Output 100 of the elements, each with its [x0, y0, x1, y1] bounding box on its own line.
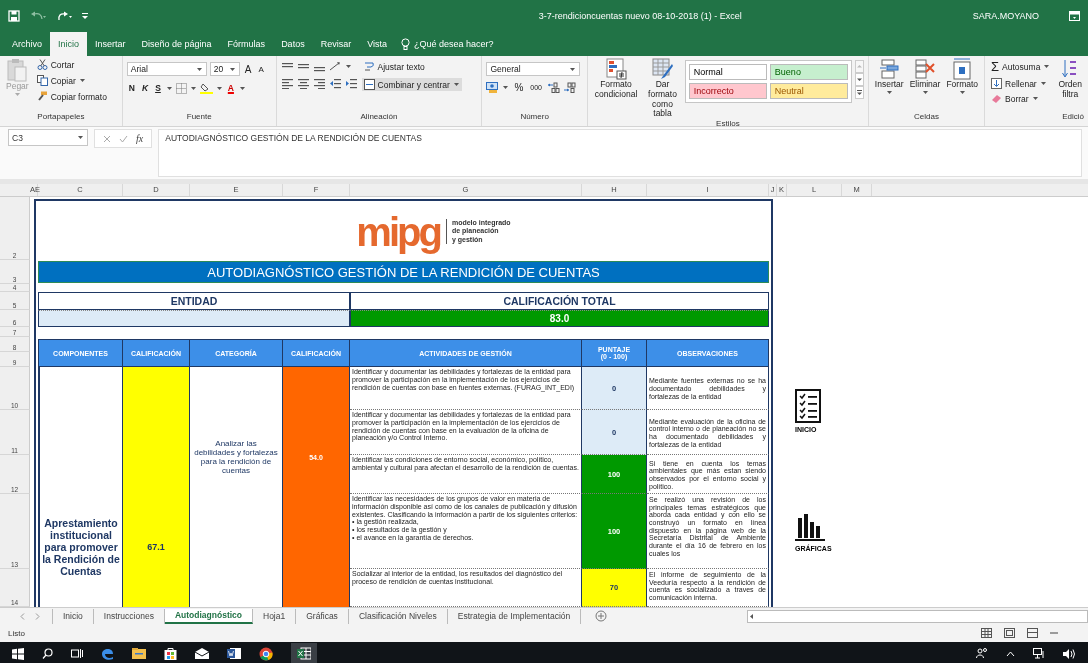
- customize-icon[interactable]: [82, 12, 88, 20]
- mail-icon[interactable]: [195, 648, 209, 659]
- normal-view-icon[interactable]: [981, 628, 992, 638]
- ribbon-tab[interactable]: Diseño de página: [133, 32, 220, 56]
- format-cells-icon[interactable]: [951, 58, 974, 80]
- copy-icon[interactable]: [36, 75, 48, 86]
- ribbon-tab[interactable]: Vista: [359, 32, 395, 56]
- people-icon[interactable]: [976, 648, 988, 659]
- sort-filter-icon[interactable]: [1062, 58, 1079, 80]
- font-color-button[interactable]: A: [225, 82, 236, 94]
- number-format-field[interactable]: General: [486, 62, 581, 76]
- font-size-field[interactable]: 20: [209, 62, 240, 76]
- percent-button[interactable]: %: [512, 81, 526, 94]
- sheet-tab[interactable]: Clasificación Niveles: [348, 608, 448, 624]
- caret-icon[interactable]: [569, 66, 577, 72]
- wrap-text-button[interactable]: Ajustar texto: [361, 60, 462, 73]
- caret-icon[interactable]: [238, 85, 246, 91]
- cell-style-option[interactable]: Normal: [688, 64, 767, 80]
- page-layout-icon[interactable]: [1004, 628, 1015, 638]
- name-box[interactable]: C3: [8, 129, 88, 146]
- fill-down-icon[interactable]: [991, 78, 1003, 89]
- caret-icon[interactable]: [452, 82, 460, 87]
- caret-icon[interactable]: [189, 85, 197, 91]
- format-painter-button[interactable]: Copiar formato: [34, 90, 109, 103]
- ribbon-tab[interactable]: Fórmulas: [219, 32, 274, 56]
- cut-button[interactable]: Cortar: [34, 58, 109, 71]
- caret-icon[interactable]: [165, 85, 173, 91]
- edge-icon[interactable]: [101, 647, 114, 660]
- sheet-tab[interactable]: Inicio: [53, 608, 94, 624]
- orientation-icon[interactable]: [328, 61, 342, 72]
- merge-cells-icon[interactable]: [363, 79, 375, 90]
- grow-font-button[interactable]: A: [242, 62, 254, 76]
- fill-color-icon[interactable]: [199, 82, 213, 94]
- paintbrush-icon[interactable]: [36, 91, 48, 102]
- cell-style-option[interactable]: Neutral: [769, 83, 848, 99]
- increase-indent-icon[interactable]: [344, 78, 358, 89]
- caret-icon[interactable]: [195, 66, 203, 72]
- caret-up-icon[interactable]: [1006, 650, 1015, 657]
- autosum-button[interactable]: Σ Autosuma: [989, 58, 1053, 75]
- chrome-icon[interactable]: [259, 646, 273, 661]
- fill-button[interactable]: Rellenar: [989, 77, 1053, 90]
- increase-decimal-icon[interactable]: [546, 82, 560, 93]
- undo-icon[interactable]: [30, 11, 46, 21]
- scissors-icon[interactable]: [36, 59, 48, 70]
- cells-button[interactable]: Formato: [944, 58, 981, 112]
- align-center-icon[interactable]: [296, 78, 310, 89]
- table-format-icon[interactable]: [651, 58, 674, 80]
- store-icon[interactable]: [164, 647, 177, 660]
- user-name[interactable]: SARA.MOYANO: [972, 11, 1039, 21]
- caret-icon[interactable]: [921, 89, 929, 95]
- bold-button[interactable]: N: [126, 82, 137, 94]
- caret-icon[interactable]: [1039, 81, 1047, 86]
- save-icon[interactable]: [8, 10, 20, 22]
- shrink-font-button[interactable]: A: [256, 63, 266, 75]
- caret-icon[interactable]: [1031, 96, 1039, 101]
- conditional-format-icon[interactable]: [605, 58, 627, 80]
- tell-me-field[interactable]: ¿Qué desea hacer?: [414, 39, 494, 49]
- lightbulb-icon[interactable]: [401, 37, 410, 51]
- caret-icon[interactable]: [228, 66, 236, 72]
- caret-icon[interactable]: [344, 64, 352, 69]
- ribbon-tab[interactable]: Datos: [273, 32, 313, 56]
- italic-button[interactable]: K: [140, 82, 151, 94]
- volume-icon[interactable]: [1063, 648, 1076, 659]
- caret-icon[interactable]: [502, 85, 510, 90]
- insert-cells-icon[interactable]: [878, 58, 901, 80]
- underline-button[interactable]: S: [153, 82, 163, 94]
- clipboard-icon[interactable]: [7, 58, 28, 82]
- horizontal-scrollbar[interactable]: [747, 609, 1088, 623]
- add-sheet-icon[interactable]: [595, 610, 608, 622]
- ribbon-tab[interactable]: Insertar: [87, 32, 134, 56]
- cell-style-option[interactable]: Incorrecto: [688, 83, 767, 99]
- formula-field[interactable]: AUTODIAGNÓSTICO GESTIÓN DE LA RENDICIÓN DE CUENTAS: [158, 129, 1082, 177]
- scroll-down-icon[interactable]: [854, 73, 864, 86]
- ribbon-tab[interactable]: Inicio: [50, 32, 88, 56]
- clear-button[interactable]: Borrar: [989, 92, 1053, 105]
- sheet-tab[interactable]: Estrategia de Implementación: [447, 608, 582, 624]
- caret-icon[interactable]: [215, 85, 223, 91]
- page-break-icon[interactable]: [1027, 628, 1038, 638]
- caret-icon[interactable]: [958, 89, 966, 95]
- delete-cells-icon[interactable]: [914, 58, 937, 80]
- excel-icon[interactable]: [297, 647, 311, 660]
- start-icon[interactable]: [12, 647, 24, 660]
- sheet-tab[interactable]: Gráficas: [296, 608, 349, 624]
- cells-button[interactable]: Insertar: [872, 58, 906, 112]
- insert-function-button[interactable]: fx: [136, 133, 144, 144]
- align-left-icon[interactable]: [280, 78, 294, 89]
- ribbon-tab[interactable]: Revisar: [312, 32, 360, 56]
- sheet-tab[interactable]: Instrucciones: [93, 608, 165, 624]
- task-view-icon[interactable]: [71, 648, 83, 659]
- sheet-tab[interactable]: Autodiagnóstico: [164, 608, 253, 624]
- search-icon[interactable]: [42, 648, 53, 659]
- network-icon[interactable]: [1033, 648, 1045, 659]
- sort-filter-button[interactable]: Orden filtra: [1056, 58, 1084, 112]
- format-as-table-button[interactable]: Dar formato como tabla: [643, 58, 682, 120]
- caret-icon[interactable]: [1043, 64, 1051, 69]
- copy-button[interactable]: Copiar: [34, 74, 109, 87]
- folder-icon[interactable]: [132, 648, 146, 659]
- ribbon-tab[interactable]: Archivo: [4, 32, 50, 56]
- ribbon-display-icon[interactable]: [1069, 11, 1080, 21]
- font-name-field[interactable]: Arial: [126, 62, 207, 76]
